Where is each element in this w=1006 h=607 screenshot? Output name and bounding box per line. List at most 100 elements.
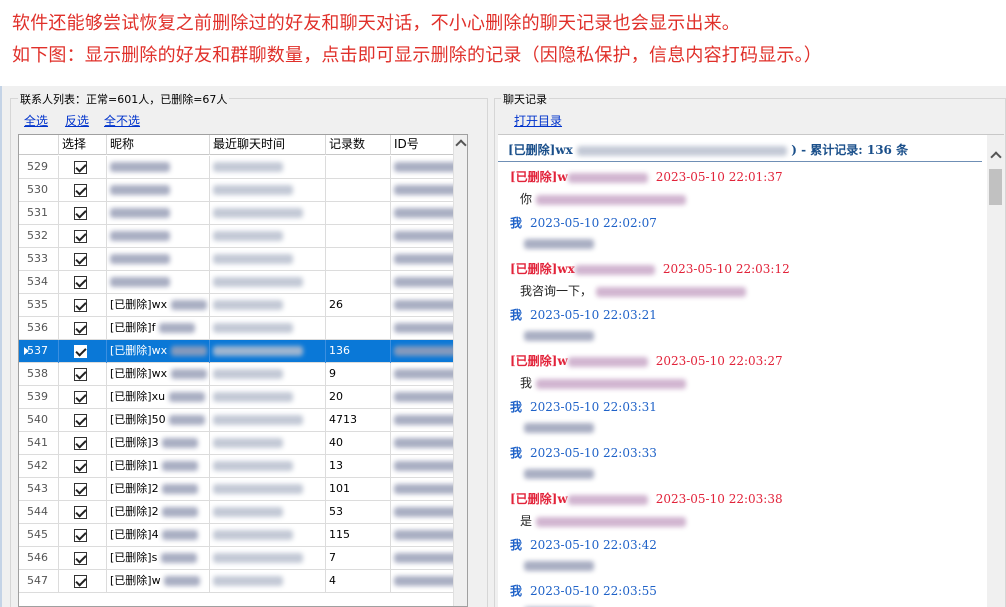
row-number: 534 [19,271,59,294]
select-cell[interactable] [59,225,107,248]
table-row[interactable]: 534 [19,271,467,294]
select-cell[interactable] [59,271,107,294]
masked-id [394,415,460,425]
open-directory-link[interactable]: 打开目录 [514,112,562,129]
message-header: 我 2023-05-10 22:03:21 [510,306,657,323]
select-cell[interactable] [59,570,107,593]
annotation-line-2: 如下图：显示删除的好友和群聊数量，点击即可显示删除的记录（因隐私保护，信息内容打… [12,45,822,66]
grid-scrollbar[interactable] [453,135,467,606]
nickname-cell [107,156,210,179]
select-cell[interactable] [59,294,107,317]
header-nickname[interactable]: 昵称 [107,135,210,155]
select-cell[interactable] [59,202,107,225]
select-cell[interactable] [59,340,107,363]
row-checkbox[interactable] [74,230,87,243]
select-cell[interactable] [59,547,107,570]
select-cell[interactable] [59,363,107,386]
table-row[interactable]: 542 [已删除]1 13 [19,455,467,478]
select-cell[interactable] [59,432,107,455]
invert-selection-link[interactable]: 反选 [65,112,89,129]
row-checkbox[interactable] [74,460,87,473]
table-row[interactable]: 545 [已删除]4 115 [19,524,467,547]
row-checkbox[interactable] [74,391,87,404]
header-last-chat-time[interactable]: 最近聊天时间 [210,135,326,155]
row-checkbox[interactable] [74,506,87,519]
row-checkbox[interactable] [74,437,87,450]
header-select[interactable]: 选择 [59,135,107,155]
table-row[interactable]: 541 [已删除]3 40 [19,432,467,455]
masked-id [394,254,460,264]
row-checkbox[interactable] [74,483,87,496]
table-row[interactable]: 539 [已删除]xu 20 [19,386,467,409]
row-checkbox[interactable] [74,529,87,542]
row-number-text: 535 [27,298,48,311]
message-body: 是 [520,512,687,529]
nickname-text: [已删除]1 [110,459,159,472]
row-checkbox[interactable] [74,322,87,335]
table-row[interactable]: 531 [19,202,467,225]
masked-nickname [170,369,207,379]
scroll-up-arrow-icon[interactable] [455,139,467,151]
masked-id [394,461,460,471]
table-row[interactable]: 535 [已删除]wx 26 [19,294,467,317]
record-count-cell [326,179,391,202]
table-row[interactable]: 546 [已删除]s 7 [19,547,467,570]
nickname-cell: [已删除]wx [107,363,210,386]
scroll-up-arrow-icon[interactable] [990,151,1002,163]
masked-id [394,484,460,494]
row-checkbox[interactable] [74,276,87,289]
row-checkbox[interactable] [74,299,87,312]
contacts-grid[interactable]: 选择 昵称 最近聊天时间 记录数 ID号 529 530 531 532 533… [18,134,468,607]
row-checkbox[interactable] [74,575,87,588]
row-number: 535 [19,294,59,317]
table-row[interactable]: 530 [19,179,467,202]
nickname-text: [已删除]s [110,551,158,564]
table-row[interactable]: 538 [已删除]wx 9 [19,363,467,386]
record-count-cell [326,317,391,340]
nickname-cell [107,225,210,248]
header-record-count[interactable]: 记录数 [326,135,391,155]
chat-log[interactable]: [已删除]wx ) - 累计记录: 136 条 [已删除]w 2023-05-10… [498,134,1004,607]
message-sender: 我 [510,400,523,414]
select-cell[interactable] [59,455,107,478]
table-row[interactable]: 536 [已删除]f [19,317,467,340]
nickname-text: [已删除]wx [110,344,168,357]
table-row[interactable]: 547 [已删除]w 4 [19,570,467,593]
select-cell[interactable] [59,386,107,409]
row-checkbox[interactable] [74,368,87,381]
message-body [520,420,594,434]
select-cell[interactable] [59,409,107,432]
row-checkbox[interactable] [74,161,87,174]
row-checkbox[interactable] [74,345,87,358]
select-cell[interactable] [59,248,107,271]
row-checkbox[interactable] [74,552,87,565]
table-row[interactable]: 540 [已删除]50 4713 [19,409,467,432]
select-cell[interactable] [59,524,107,547]
row-checkbox[interactable] [74,414,87,427]
row-checkbox[interactable] [74,184,87,197]
select-cell[interactable] [59,179,107,202]
select-cell[interactable] [59,501,107,524]
select-cell[interactable] [59,478,107,501]
table-row[interactable]: 532 [19,225,467,248]
last-chat-time-cell [210,570,326,593]
row-number: 532 [19,225,59,248]
record-count-cell: 13 [326,455,391,478]
table-row[interactable]: 544 [已删除]2 53 [19,501,467,524]
table-row[interactable]: 537 [已删除]wx 136 [19,340,467,363]
select-cell[interactable] [59,317,107,340]
nickname-cell: [已删除]50 [107,409,210,432]
table-row[interactable]: 533 [19,248,467,271]
masked-id [394,369,460,379]
select-all-link[interactable]: 全选 [24,112,48,129]
select-none-link[interactable]: 全不选 [104,112,140,129]
row-checkbox[interactable] [74,253,87,266]
scroll-thumb[interactable] [989,169,1002,205]
table-row[interactable]: 543 [已删除]2 101 [19,478,467,501]
row-checkbox[interactable] [74,207,87,220]
select-cell[interactable] [59,156,107,179]
masked-time [213,392,293,402]
row-number: 547 [19,570,59,593]
chat-scrollbar[interactable] [987,135,1004,607]
table-row[interactable]: 529 [19,156,467,179]
